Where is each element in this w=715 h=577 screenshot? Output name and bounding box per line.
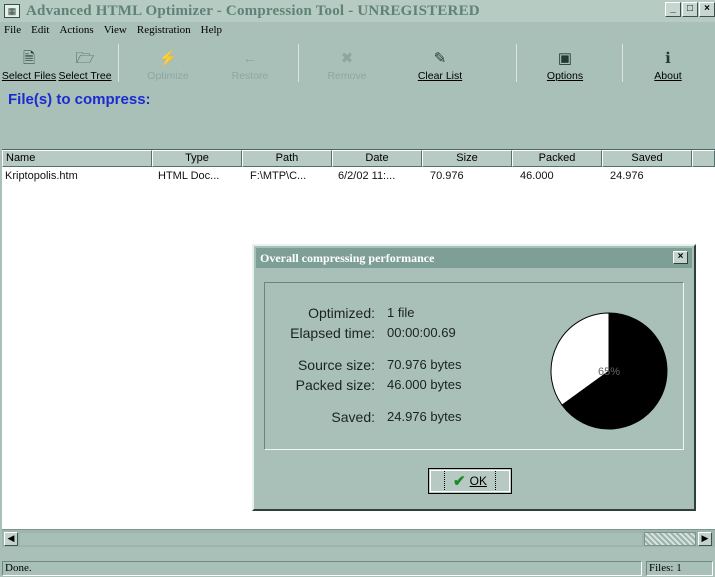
toolbar-separator [118, 44, 119, 82]
remove-icon: ✖ [340, 50, 354, 67]
toolbar-separator [516, 44, 517, 82]
cell-saved: 24.976 [610, 170, 644, 182]
saved-label: Saved: [331, 409, 375, 425]
maximize-button[interactable]: □ [682, 2, 698, 17]
options-button[interactable]: ▣ Options [520, 40, 610, 86]
clear-list-label: Clear List [417, 70, 463, 82]
status-bar: Done. Files: 1 [0, 559, 715, 577]
close-button[interactable]: × [699, 2, 715, 17]
column-header-saved[interactable]: Saved [602, 150, 692, 167]
cell-packed: 46.000 [520, 170, 554, 182]
checkmark-icon: ✔ [453, 473, 466, 490]
select-tree-label: Select Tree [58, 70, 112, 82]
toolbar-separator [622, 44, 623, 82]
options-label: Options [546, 70, 584, 82]
cell-type: HTML Doc... [158, 170, 220, 182]
column-header-date[interactable]: Date [332, 150, 422, 167]
cell-size: 70.976 [430, 170, 464, 182]
optimized-value: 1 file [387, 305, 415, 320]
pie-percent-label: 65% [598, 366, 620, 378]
packed-size-value: 46.000 bytes [387, 377, 462, 392]
title-bar[interactable]: ▦ Advanced HTML Optimizer - Compression … [0, 0, 715, 22]
performance-stats-panel: Optimized: 1 file Elapsed time: 00:00:00… [264, 282, 684, 450]
dialog-title-bar[interactable]: Overall compressing performance × [256, 248, 692, 268]
restore-button[interactable]: ← Restore [210, 40, 290, 86]
about-button[interactable]: ℹ About [626, 40, 710, 86]
compression-pie-chart: 65% [549, 311, 669, 431]
scroll-right-arrow-icon[interactable]: ▶ [698, 532, 712, 546]
select-files-icon: 🗎 [22, 50, 36, 67]
restore-label: Restore [231, 70, 269, 82]
back-arrow-icon: ← [242, 50, 258, 67]
cell-date: 6/2/02 11:... [338, 170, 396, 182]
menu-help[interactable]: Help [201, 24, 222, 36]
horizontal-scrollbar[interactable]: ◀ ▶ [2, 529, 715, 547]
app-icon[interactable]: ▦ [4, 4, 20, 18]
pie-chart-svg: 65% [550, 312, 668, 430]
options-icon: ▣ [557, 50, 573, 67]
optimized-label: Optimized: [308, 305, 375, 321]
column-header-filler [692, 150, 715, 167]
status-file-count: Files: 1 [646, 561, 713, 576]
about-label: About [654, 70, 682, 82]
menu-edit[interactable]: Edit [31, 24, 49, 36]
remove-button[interactable]: ✖ Remove [302, 40, 392, 86]
optimize-label: Optimize [147, 70, 189, 82]
source-size-value: 70.976 bytes [387, 357, 462, 372]
select-tree-icon: 🗁 [75, 50, 95, 67]
toolbar-separator [298, 44, 299, 82]
cell-name: Kriptopolis.htm [5, 170, 78, 182]
menu-bar: File Edit Actions View Registration Help [0, 22, 715, 38]
menu-registration[interactable]: Registration [137, 24, 191, 36]
ok-label: OK [469, 474, 487, 488]
main-window: ▦ Advanced HTML Optimizer - Compression … [0, 0, 715, 577]
dialog-title: Overall compressing performance [260, 250, 435, 265]
list-header: Name Type Path Date Size Packed Saved [2, 150, 715, 167]
elapsed-time-label: Elapsed time: [290, 325, 375, 341]
minimize-button[interactable]: _ [665, 2, 681, 17]
table-row[interactable]: Kriptopolis.htm HTML Doc... F:\MTP\C... … [2, 169, 715, 185]
cell-path: F:\MTP\C... [250, 170, 307, 182]
column-header-type[interactable]: Type [152, 150, 242, 167]
status-text: Done. [2, 561, 642, 576]
files-to-compress-label: File(s) to compress: [8, 91, 151, 108]
info-icon: ℹ [665, 50, 671, 67]
remove-label: Remove [327, 70, 367, 82]
scroll-thumb[interactable] [644, 532, 696, 546]
source-size-label: Source size: [297, 357, 375, 373]
caption-buttons: _ □ × [664, 2, 715, 17]
elapsed-time-value: 00:00:00.69 [387, 325, 456, 340]
menu-file[interactable]: File [4, 24, 21, 36]
column-header-size[interactable]: Size [422, 150, 512, 167]
scroll-track[interactable] [20, 533, 642, 545]
toolbar: 🗎 Select Files 🗁 Select Tree ⚡ Optimize … [0, 40, 715, 88]
column-header-packed[interactable]: Packed [512, 150, 602, 167]
optimize-button[interactable]: ⚡ Optimize [128, 40, 208, 86]
scroll-left-arrow-icon[interactable]: ◀ [4, 532, 18, 546]
ok-button-focus: ✔ OK [444, 470, 496, 492]
column-header-name[interactable]: Name [2, 150, 152, 167]
select-files-label: Select Files [1, 70, 57, 82]
lightning-icon: ⚡ [158, 50, 178, 67]
window-title: Advanced HTML Optimizer - Compression To… [26, 2, 480, 19]
column-header-path[interactable]: Path [242, 150, 332, 167]
packed-size-label: Packed size: [295, 377, 375, 393]
broom-icon: ✎ [433, 50, 447, 67]
select-tree-button[interactable]: 🗁 Select Tree [58, 40, 112, 86]
select-files-button[interactable]: 🗎 Select Files [2, 40, 56, 86]
ok-button[interactable]: ✔ OK [428, 468, 512, 494]
menu-actions[interactable]: Actions [59, 24, 93, 36]
dialog-close-button[interactable]: × [673, 251, 688, 264]
compression-performance-dialog: Overall compressing performance × Optimi… [252, 244, 696, 511]
clear-list-button[interactable]: ✎ Clear List [394, 40, 486, 86]
saved-value: 24.976 bytes [387, 409, 462, 424]
menu-view[interactable]: View [104, 24, 127, 36]
